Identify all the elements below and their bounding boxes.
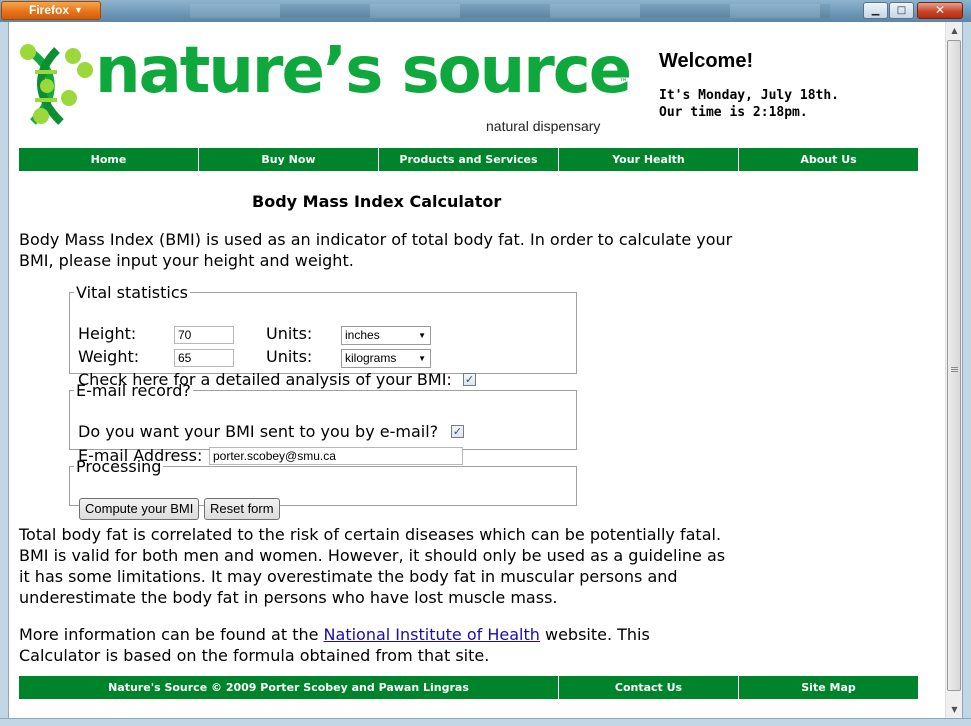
- dna-logo-icon: [20, 44, 93, 125]
- footer-copyright: Nature's Source © 2009 Porter Scobey and…: [19, 676, 559, 699]
- main-navigation: Home Buy Now Products and Services Your …: [19, 148, 918, 171]
- body-fat-paragraph: Total body fat is correlated to the risk…: [19, 525, 726, 607]
- height-input[interactable]: 70: [174, 326, 234, 344]
- minimize-button[interactable]: ▁: [863, 2, 888, 19]
- scroll-down-icon[interactable]: ▼: [947, 701, 962, 718]
- height-units-select[interactable]: inches ▼: [341, 326, 431, 345]
- more-info-prefix: More information can be found at the: [19, 625, 324, 644]
- firefox-menu-label: Firefox: [29, 3, 70, 17]
- trademark-symbol: ™: [619, 78, 628, 88]
- intro-paragraph: Body Mass Index (BMI) is used as an indi…: [19, 230, 733, 270]
- weight-label: Weight:: [78, 347, 140, 366]
- email-send-checkbox[interactable]: ✓: [451, 425, 464, 438]
- close-button[interactable]: ✕: [917, 2, 963, 19]
- nav-about-us[interactable]: About Us: [739, 148, 918, 171]
- time-text: Our time is 2:18pm.: [659, 105, 808, 120]
- logo-subtitle: natural dispensary: [486, 118, 601, 134]
- page-title: Body Mass Index Calculator: [252, 192, 502, 211]
- weight-units-value: kilograms: [345, 351, 397, 365]
- firefox-menu-button[interactable]: Firefox ▼: [1, 1, 101, 20]
- height-units-label: Units:: [266, 324, 313, 343]
- nav-home[interactable]: Home: [19, 148, 199, 171]
- dropdown-arrow-icon: ▼: [418, 331, 426, 340]
- scrollbar-thumb[interactable]: [947, 40, 961, 691]
- logo-wordmark: nature’s source: [95, 34, 632, 108]
- nav-products-services[interactable]: Products and Services: [379, 148, 559, 171]
- reset-form-button[interactable]: Reset form: [204, 498, 280, 520]
- email-record-fieldset: E-mail record? Do you want your BMI sent…: [69, 381, 577, 465]
- maximize-button[interactable]: □: [889, 2, 914, 19]
- email-send-label: Do you want your BMI sent to you by e-ma…: [78, 422, 439, 441]
- nih-link[interactable]: National Institute of Health: [324, 625, 540, 644]
- email-record-legend: E-mail record?: [76, 381, 191, 400]
- weight-units-select[interactable]: kilograms ▼: [341, 349, 431, 368]
- site-logo[interactable]: nature’s source ™ natural dispensary: [17, 34, 632, 138]
- window-frame-bottom: [0, 718, 971, 726]
- welcome-heading: Welcome!: [659, 50, 754, 72]
- height-units-value: inches: [345, 328, 380, 342]
- footer-bar: Nature's Source © 2009 Porter Scobey and…: [19, 676, 918, 699]
- processing-legend: Processing: [76, 457, 162, 476]
- footer-site-map[interactable]: Site Map: [739, 676, 918, 699]
- chevron-down-icon: ▼: [74, 5, 83, 15]
- processing-fieldset: Processing Compute your BMI Reset form: [69, 457, 577, 520]
- vertical-scrollbar[interactable]: ▲ ▼: [945, 22, 962, 718]
- vital-statistics-fieldset: Vital statistics Height: 70 Units: inche…: [69, 283, 577, 389]
- nav-buy-now[interactable]: Buy Now: [199, 148, 379, 171]
- dropdown-arrow-icon: ▼: [418, 354, 426, 363]
- more-info-paragraph: More information can be found at the Nat…: [19, 624, 734, 666]
- nav-your-health[interactable]: Your Health: [559, 148, 739, 171]
- compute-bmi-button[interactable]: Compute your BMI: [79, 498, 200, 520]
- date-text: It's Monday, July 18th.: [659, 88, 840, 103]
- grip-icon: [951, 367, 958, 373]
- vital-statistics-legend: Vital statistics: [76, 283, 188, 302]
- window-frame-left: [0, 22, 9, 726]
- title-bar: [0, 0, 971, 22]
- scroll-up-icon[interactable]: ▲: [947, 22, 962, 39]
- window-frame-right: [962, 22, 971, 726]
- height-label: Height:: [78, 324, 137, 343]
- weight-units-label: Units:: [266, 347, 313, 366]
- footer-contact-us[interactable]: Contact Us: [559, 676, 739, 699]
- weight-input[interactable]: 65: [174, 349, 234, 367]
